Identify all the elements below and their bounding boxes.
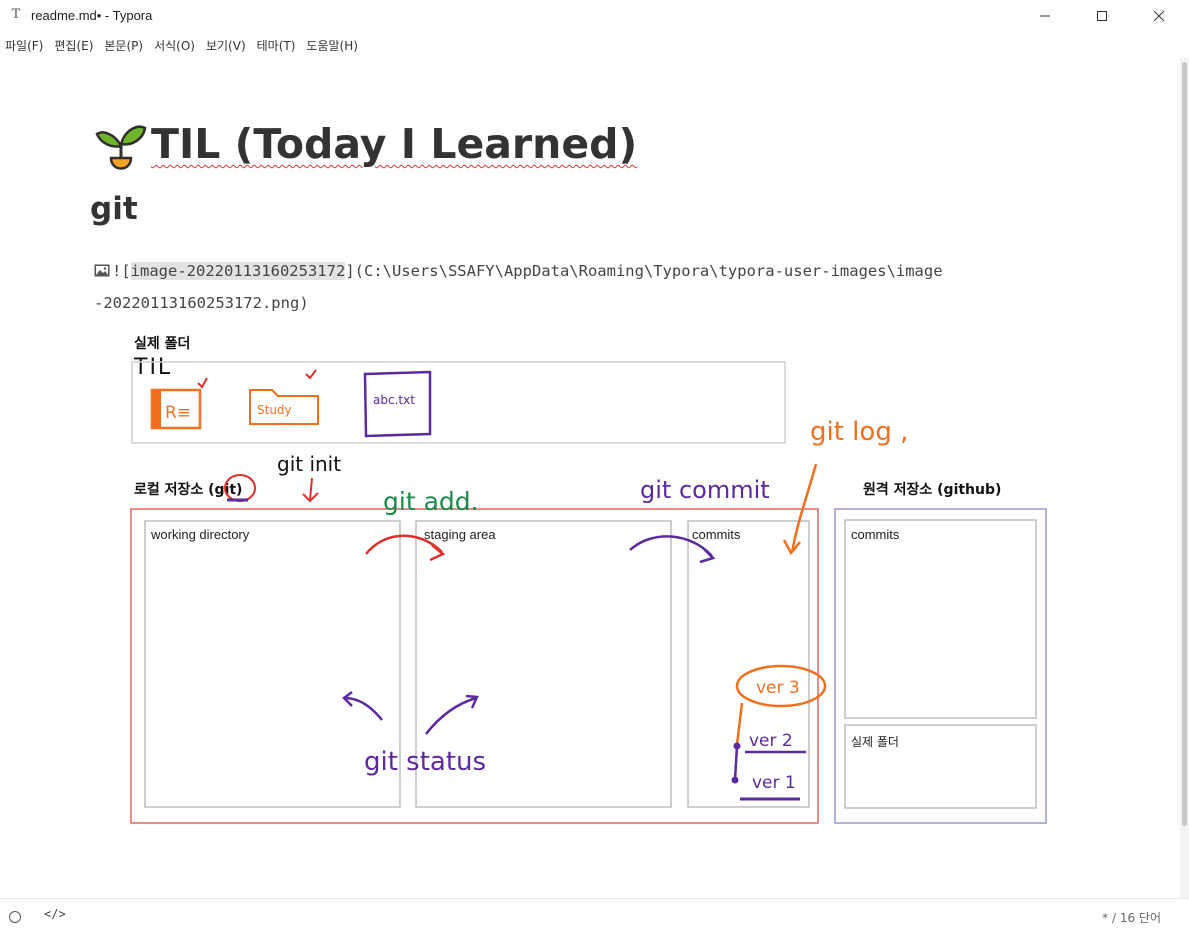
status-bar: </> * / 16 단어 <box>0 898 1189 931</box>
heading-h2[interactable]: git <box>90 191 138 227</box>
maximize-icon <box>1097 11 1107 21</box>
image-icon <box>94 264 110 277</box>
maximize-button[interactable] <box>1079 0 1125 32</box>
menu-themes[interactable]: 테마(T) <box>252 34 302 58</box>
minimize-button[interactable] <box>1022 0 1068 32</box>
annotation-git-init: git init <box>277 452 341 476</box>
working-directory-label: working directory <box>150 527 250 542</box>
commits-label: commits <box>692 527 741 542</box>
image-path-line1: C:\Users\SSAFY\AppData\Roaming\Typora\ty… <box>363 262 943 280</box>
git-diagram-image: 실제 폴더 TIL R≡ Study abc.txt 로컬 저장소 (git) … <box>93 320 1066 856</box>
heading-h1-text: TIL (Today I Learned) <box>151 120 638 168</box>
menu-paragraph[interactable]: 본문(P) <box>99 34 149 58</box>
seedling-icon <box>95 125 147 170</box>
staging-area-label: staging area <box>424 527 496 542</box>
title-bar: T readme.md• - Typora <box>0 0 1189 32</box>
remote-real-folder-label: 실제 폴더 <box>851 735 899 749</box>
outline-toggle-icon[interactable] <box>9 911 21 923</box>
md-prefix: ![ <box>112 262 131 280</box>
scrollbar-thumb[interactable] <box>1182 62 1187 826</box>
remote-repo-label: 원격 저장소 (github) <box>863 481 1001 498</box>
annotation-git-commit: git commit <box>640 476 770 504</box>
readme-file-label: R≡ <box>165 403 191 423</box>
menu-view[interactable]: 보기(V) <box>201 34 252 58</box>
menu-file[interactable]: 파일(F) <box>0 34 49 58</box>
heading-h1[interactable]: TIL (Today I Learned) <box>93 116 637 172</box>
vertical-scrollbar[interactable] <box>1180 58 1189 898</box>
menu-bar: 파일(F) 편집(E) 본문(P) 서식(O) 보기(V) 테마(T) 도움말(… <box>0 34 364 58</box>
real-folder-handwriting: TIL <box>133 355 172 380</box>
real-folder-label: 실제 폴더 <box>134 336 190 352</box>
window-title: readme.md• - Typora <box>31 8 153 23</box>
remote-commits-label: commits <box>851 527 900 542</box>
md-mid: ]( <box>345 262 364 280</box>
close-icon <box>1153 10 1165 22</box>
editor-document[interactable]: TIL (Today I Learned) git ![image-202201… <box>0 58 1180 898</box>
minimize-icon <box>1040 15 1050 17</box>
md-suffix: ) <box>299 294 309 312</box>
annotation-git-status: git status <box>364 747 486 777</box>
annotation-git-add: git add. <box>383 487 479 516</box>
word-count[interactable]: * / 16 단어 <box>1102 909 1161 926</box>
image-alt-text[interactable]: image-20220113160253172 <box>130 262 346 280</box>
source-code-mode-button[interactable]: </> <box>44 907 66 921</box>
abc-txt-label: abc.txt <box>373 393 415 407</box>
image-path-line2: -20220113160253172.png <box>94 294 300 312</box>
menu-format[interactable]: 서식(O) <box>149 34 201 58</box>
annotation-ver1: ver 1 <box>752 773 796 793</box>
typora-app-icon: T <box>11 7 21 22</box>
menu-edit[interactable]: 편집(E) <box>49 34 99 58</box>
annotation-git-log: git log , <box>810 417 908 447</box>
image-markdown-source[interactable]: ![image-20220113160253172](C:\Users\SSAF… <box>94 255 1094 319</box>
study-folder-label: Study <box>257 403 292 417</box>
menu-help[interactable]: 도움말(H) <box>301 34 364 58</box>
close-button[interactable] <box>1136 0 1182 32</box>
annotation-ver3: ver 3 <box>756 678 800 698</box>
annotation-ver2: ver 2 <box>749 731 793 751</box>
